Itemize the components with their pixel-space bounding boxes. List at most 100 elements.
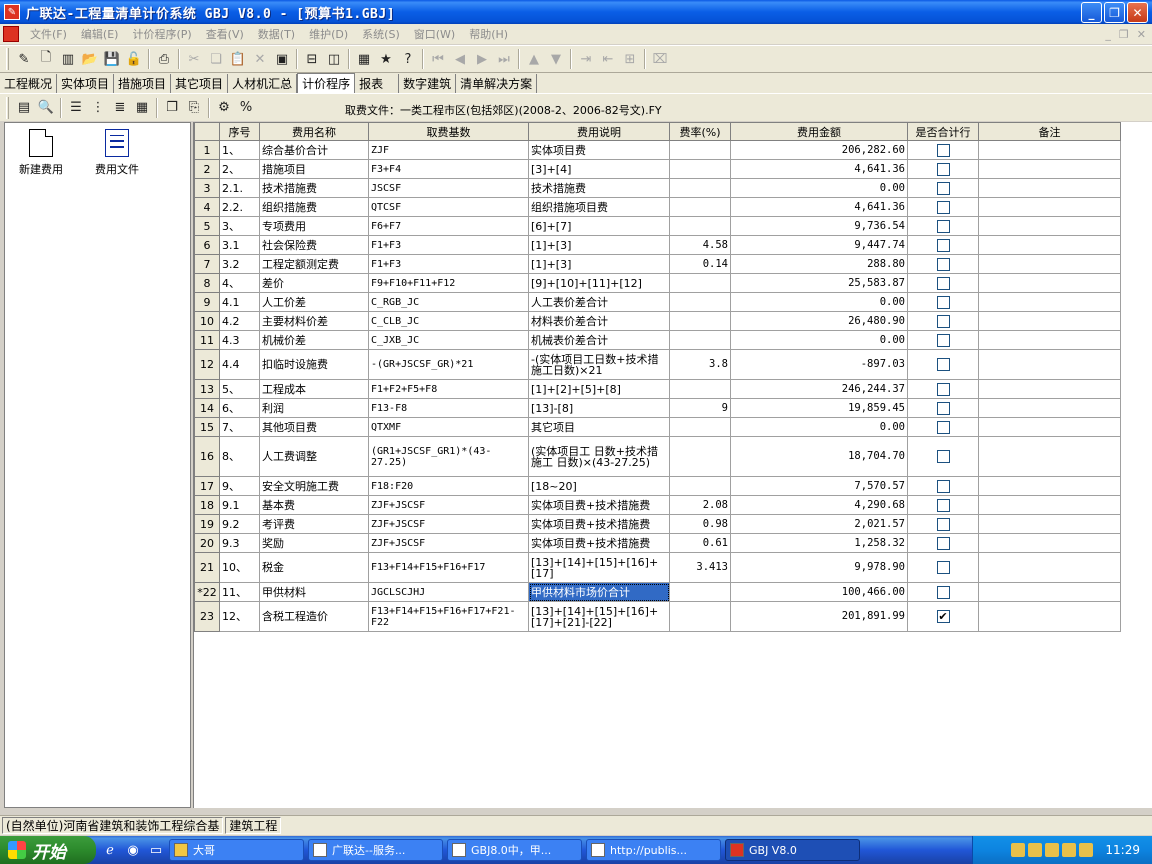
table-row[interactable]: 4 2.2. 组织措施费 QTCSF 组织措施项目费 4,641.36 — [194, 197, 1121, 217]
rate-cell[interactable]: 4.58 — [669, 235, 731, 255]
menu-file[interactable]: 文件(F) — [23, 26, 74, 42]
remark-cell[interactable] — [978, 140, 1121, 160]
desktop-icon[interactable]: ▭ — [147, 841, 165, 859]
col-header-seq[interactable]: 序号 — [219, 122, 260, 141]
fee-desc-cell[interactable]: [3]+[4] — [528, 159, 670, 179]
fee-base-cell[interactable]: F1+F3 — [368, 254, 529, 274]
help-icon[interactable]: ? — [397, 48, 419, 70]
table-row[interactable]: 3 2.1. 技术措施费 JSCSF 技术措施费 0.00 — [194, 178, 1121, 198]
amount-cell[interactable]: -897.03 — [730, 349, 908, 380]
outline-icon[interactable]: ≣ — [109, 97, 131, 119]
fee-base-cell[interactable]: F13+F14+F15+F16+F17 — [368, 552, 529, 583]
table-row[interactable]: 14 6、 利润 F13-F8 [13]-[8] 9 19,859.45 — [194, 398, 1121, 418]
rate-cell[interactable]: 9 — [669, 398, 731, 418]
remark-cell[interactable] — [978, 601, 1121, 632]
rate-cell[interactable]: 0.98 — [669, 514, 731, 534]
fee-base-cell[interactable]: C_JXB_JC — [368, 330, 529, 350]
rate-cell[interactable] — [669, 273, 731, 293]
fee-base-cell[interactable]: F1+F3 — [368, 235, 529, 255]
remark-cell[interactable] — [978, 552, 1121, 583]
cut-icon[interactable]: ✂ — [183, 48, 205, 70]
seq-cell[interactable]: 3.1 — [219, 235, 260, 255]
start-button[interactable]: 开始 — [0, 836, 96, 864]
fee-name-cell[interactable]: 工程成本 — [259, 379, 369, 399]
save-icon[interactable]: 💾 — [101, 48, 123, 70]
rate-cell[interactable] — [669, 178, 731, 198]
indent-icon[interactable]: ⇥ — [575, 48, 597, 70]
fee-base-cell[interactable]: ZJF+JSCSF — [368, 495, 529, 515]
total-row-checkbox[interactable] — [936, 200, 950, 214]
table-row[interactable]: 17 9、 安全文明施工费 F18:F20 [18~20] 7,570.57 — [194, 476, 1121, 496]
rate-cell[interactable] — [669, 601, 731, 632]
seq-cell[interactable]: 4.4 — [219, 349, 260, 380]
fee-base-cell[interactable]: F1+F2+F5+F8 — [368, 379, 529, 399]
amount-cell[interactable]: 0.00 — [730, 417, 908, 437]
tab-bill-solution[interactable]: 清单解决方案 — [456, 74, 538, 93]
paste-icon[interactable]: 📋 — [227, 48, 249, 70]
amount-cell[interactable]: 0.00 — [730, 178, 908, 198]
fee-desc-cell[interactable]: 其它项目 — [528, 417, 670, 437]
remark-cell[interactable] — [978, 178, 1121, 198]
amount-cell[interactable]: 9,447.74 — [730, 235, 908, 255]
table-row[interactable]: 18 9.1 基本费 ZJF+JSCSF 实体项目费+技术措施费 2.08 4,290.68 — [194, 495, 1121, 515]
remark-cell[interactable] — [978, 330, 1121, 350]
fee-name-cell[interactable]: 扣临时设施费 — [259, 349, 369, 380]
window-icon[interactable]: ▣ — [271, 48, 293, 70]
fee-desc-cell[interactable]: 实体项目费 — [528, 140, 670, 160]
total-row-checkbox[interactable] — [936, 238, 950, 252]
fee-base-cell[interactable]: C_RGB_JC — [368, 292, 529, 312]
mdi-restore-icon[interactable]: ❐ — [1119, 28, 1129, 41]
table-row[interactable]: 20 9.3 奖励 ZJF+JSCSF 实体项目费+技术措施费 0.61 1,258.32 — [194, 533, 1121, 553]
menu-data[interactable]: 数据(T) — [251, 26, 302, 42]
table-row[interactable]: 13 5、 工程成本 F1+F2+F5+F8 [1]+[2]+[5]+[8] 246,24… — [194, 379, 1121, 399]
seq-cell[interactable]: 3、 — [219, 216, 260, 236]
seq-cell[interactable]: 5、 — [219, 379, 260, 399]
table-row[interactable]: *22 11、 甲供材料 JGCLSCJHJ 甲供材料市场价合计 100,466.00 — [194, 582, 1121, 602]
fee-base-cell[interactable]: JGCLSCJHJ — [368, 582, 529, 602]
table-row[interactable]: 16 8、 人工费调整 (GR1+JSCSF_GR1)*(43-27.25) (实体项目… — [194, 436, 1121, 477]
total-row-checkbox[interactable] — [936, 517, 950, 531]
amount-cell[interactable]: 9,736.54 — [730, 216, 908, 236]
seq-cell[interactable]: 4.1 — [219, 292, 260, 312]
total-row-checkbox[interactable] — [936, 358, 950, 371]
rate-cell[interactable]: 3.413 — [669, 552, 731, 583]
seq-cell[interactable]: 11、 — [219, 582, 260, 602]
total-row-checkbox[interactable] — [936, 333, 950, 347]
total-row-checkbox[interactable] — [936, 162, 950, 176]
rate-cell[interactable] — [669, 379, 731, 399]
seq-cell[interactable]: 9、 — [219, 476, 260, 496]
fee-base-cell[interactable]: F9+F10+F11+F12 — [368, 273, 529, 293]
fee-desc-cell[interactable]: [1]+[2]+[5]+[8] — [528, 379, 670, 399]
menu-edit[interactable]: 编辑(E) — [74, 26, 126, 42]
rate-cell[interactable] — [669, 292, 731, 312]
fee-name-cell[interactable]: 人工价差 — [259, 292, 369, 312]
fee-desc-cell[interactable]: [9]+[10]+[11]+[12] — [528, 273, 670, 293]
rate-cell[interactable] — [669, 582, 731, 602]
table-row[interactable]: 12 4.4 扣临时设施费 -(GR+JSCSF_GR)*21 -(实体项目工日数+技术… — [194, 349, 1121, 380]
col-header-remark[interactable]: 备注 — [978, 122, 1121, 141]
fee-name-cell[interactable]: 奖励 — [259, 533, 369, 553]
total-row-checkbox[interactable] — [936, 276, 950, 290]
import-icon[interactable]: ⎘ — [183, 97, 205, 119]
table-row[interactable]: 6 3.1 社会保险费 F1+F3 [1]+[3] 4.58 9,447.74 — [194, 235, 1121, 255]
calculator-icon[interactable]: ▦ — [353, 48, 375, 70]
col-header-rate[interactable]: 费率(%) — [669, 122, 731, 141]
amount-cell[interactable]: 4,290.68 — [730, 495, 908, 515]
fee-base-cell[interactable]: ZJF+JSCSF — [368, 514, 529, 534]
seq-cell[interactable]: 1、 — [219, 140, 260, 160]
fee-desc-cell[interactable]: [13]+[14]+[15]+[16]+[17]+[21]-[22] — [528, 601, 670, 632]
fee-name-cell[interactable]: 税金 — [259, 552, 369, 583]
seq-cell[interactable]: 7、 — [219, 417, 260, 437]
total-row-checkbox[interactable] — [936, 219, 950, 233]
amount-cell[interactable]: 201,891.99 — [730, 601, 908, 632]
rate-cell[interactable]: 2.08 — [669, 495, 731, 515]
table-row[interactable]: 8 4、 差价 F9+F10+F11+F12 [9]+[10]+[11]+[12] 25,… — [194, 273, 1121, 293]
list-icon[interactable]: ☰ — [65, 97, 87, 119]
first-record-icon[interactable]: ⏮ — [427, 48, 449, 70]
edit-icon[interactable]: ✎ — [13, 48, 35, 70]
fee-name-cell[interactable]: 甲供材料 — [259, 582, 369, 602]
fee-name-cell[interactable]: 社会保险费 — [259, 235, 369, 255]
minimize-button[interactable]: _ — [1081, 2, 1102, 23]
remark-cell[interactable] — [978, 476, 1121, 496]
amount-cell[interactable]: 25,583.87 — [730, 273, 908, 293]
